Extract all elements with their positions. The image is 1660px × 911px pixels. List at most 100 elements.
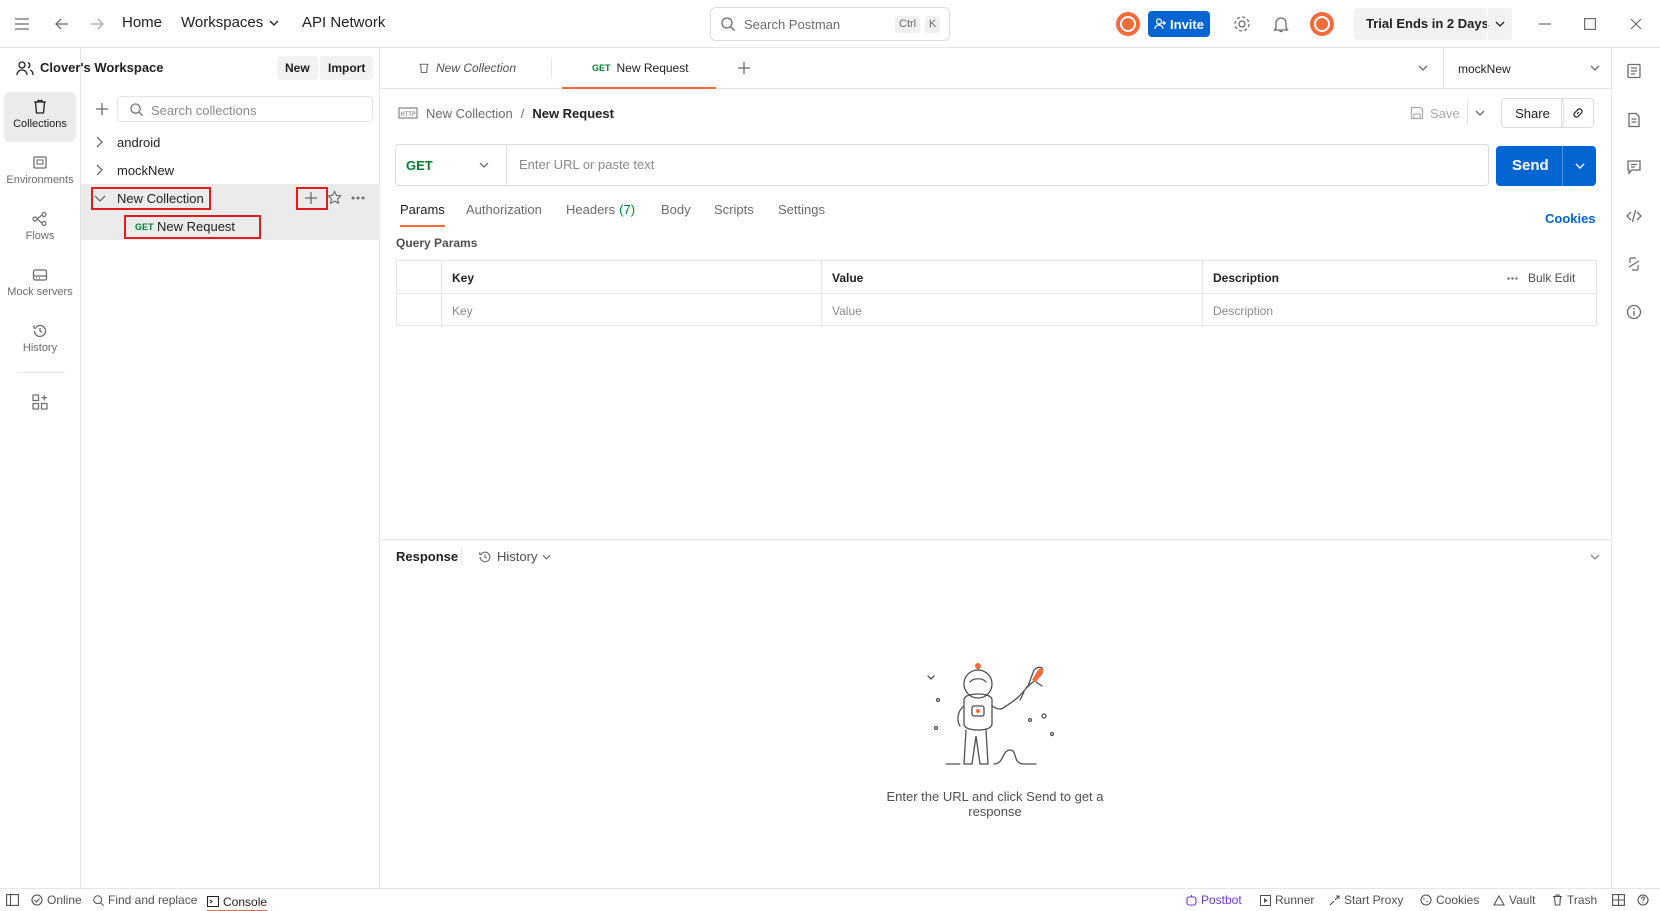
method-select[interactable]: GET xyxy=(396,145,507,185)
breadcrumb-collection[interactable]: New Collection xyxy=(426,106,513,121)
chevron-down-icon[interactable] xyxy=(1475,110,1485,116)
forward-arrow-icon[interactable] xyxy=(85,12,109,36)
tab-new-collection[interactable]: New Collection xyxy=(380,58,552,78)
find-replace-button[interactable]: Find and replace xyxy=(93,893,197,907)
value-input[interactable]: Value xyxy=(821,294,1202,327)
start-proxy-button[interactable]: Start Proxy xyxy=(1329,893,1403,907)
left-rail: Collections Environments Flows Mock serv… xyxy=(0,48,81,888)
rail-mock-servers-label: Mock servers xyxy=(7,286,73,298)
tab-settings[interactable]: Settings xyxy=(778,202,825,227)
key-input[interactable]: Key xyxy=(441,294,821,327)
console-button[interactable]: Console xyxy=(207,893,268,911)
chevron-down-icon[interactable] xyxy=(1495,21,1505,27)
help-icon[interactable] xyxy=(1637,894,1649,906)
start-proxy-label: Start Proxy xyxy=(1344,893,1404,907)
check-circle-icon xyxy=(31,894,43,906)
chevron-down-icon[interactable] xyxy=(1575,163,1585,169)
save-button[interactable]: Save xyxy=(1410,100,1460,126)
tab-new-request[interactable]: GET New Request xyxy=(562,48,716,89)
back-arrow-icon[interactable] xyxy=(50,12,74,36)
runner-button[interactable]: Runner xyxy=(1260,893,1314,907)
add-workbench-icon[interactable] xyxy=(32,394,48,410)
column-value: Value xyxy=(821,261,1202,294)
url-input[interactable]: Enter URL or paste text xyxy=(519,157,654,172)
table-row: Key Value Description xyxy=(397,294,1596,327)
more-options-icon[interactable] xyxy=(351,196,365,200)
tab-headers[interactable]: Headers (7) xyxy=(566,202,635,227)
team-avatar-icon[interactable] xyxy=(1116,12,1140,36)
chevron-right-icon[interactable] xyxy=(95,164,103,176)
tab-scripts[interactable]: Scripts xyxy=(714,202,754,227)
proxy-icon xyxy=(1329,894,1340,905)
postbot-button[interactable]: Postbot xyxy=(1186,893,1242,907)
collapse-chevron-icon[interactable] xyxy=(1590,554,1600,560)
collection-android[interactable]: android xyxy=(81,128,380,156)
search-postman[interactable]: Search Postman Ctrl K xyxy=(710,7,950,41)
invite-button[interactable]: Invite xyxy=(1148,11,1210,37)
history-clock-icon xyxy=(479,551,491,562)
cookies-button[interactable]: Cookies xyxy=(1420,893,1479,907)
documentation-icon[interactable] xyxy=(1626,63,1642,79)
rail-history-label: History xyxy=(22,342,58,354)
workspace-users-icon xyxy=(16,61,34,76)
minimize-icon[interactable] xyxy=(1533,12,1557,36)
send-button[interactable]: Send xyxy=(1496,146,1596,186)
cookies-link[interactable]: Cookies xyxy=(1545,211,1596,226)
close-icon[interactable] xyxy=(1624,12,1648,36)
related-collections-icon[interactable] xyxy=(1626,256,1642,272)
chevron-down-icon[interactable] xyxy=(1418,65,1428,71)
online-status[interactable]: Online xyxy=(31,893,82,907)
home-link[interactable]: Home xyxy=(122,14,162,31)
copy-link-button[interactable] xyxy=(1561,98,1594,128)
tab-authorization[interactable]: Authorization xyxy=(466,202,542,227)
trash-label: Trash xyxy=(1567,893,1598,907)
settings-gear-icon[interactable] xyxy=(1230,12,1254,36)
code-icon[interactable] xyxy=(1626,208,1642,224)
trial-button[interactable]: Trial Ends in 2 Days xyxy=(1354,8,1512,40)
collection-mocknew[interactable]: mockNew xyxy=(81,156,380,184)
menu-icon[interactable] xyxy=(10,12,34,36)
tab-bar: New Collection GET New Request mockNew xyxy=(380,48,1612,89)
vault-button[interactable]: Vault xyxy=(1493,893,1535,907)
workspaces-menu[interactable]: Workspaces xyxy=(181,14,279,31)
search-collections-input[interactable]: Search collections xyxy=(117,96,373,122)
response-history-dropdown[interactable]: History xyxy=(478,549,551,564)
bulk-edit-button[interactable]: Bulk Edit xyxy=(1507,271,1575,285)
rail-flows-label: Flows xyxy=(25,230,55,242)
notification-bell-icon[interactable] xyxy=(1269,12,1293,36)
response-divider xyxy=(380,539,1611,540)
tab-body[interactable]: Body xyxy=(661,202,691,227)
query-params-title: Query Params xyxy=(396,236,478,250)
tab-params[interactable]: Params xyxy=(400,202,445,227)
response-separator xyxy=(461,548,462,566)
method-value: GET xyxy=(406,158,433,173)
save-divider xyxy=(1467,100,1468,126)
add-collection-icon[interactable] xyxy=(95,102,109,116)
user-avatar-icon[interactable] xyxy=(1310,12,1334,36)
environment-selector[interactable]: mockNew xyxy=(1443,48,1612,89)
info-icon[interactable] xyxy=(1626,304,1642,320)
row-checkbox[interactable] xyxy=(397,294,441,327)
trash-icon xyxy=(1553,894,1562,906)
annotation-box-request xyxy=(124,215,261,239)
rail-mock-servers[interactable]: Mock servers xyxy=(4,260,76,310)
rail-collections[interactable]: Collections xyxy=(4,92,76,142)
rail-flows[interactable]: Flows xyxy=(4,204,76,254)
comments-icon[interactable] xyxy=(1626,159,1642,175)
trash-button[interactable]: Trash xyxy=(1552,893,1597,907)
info-document-icon[interactable] xyxy=(1626,112,1642,128)
share-button[interactable]: Share xyxy=(1501,98,1564,128)
chevron-right-icon[interactable] xyxy=(95,136,103,148)
rail-environments[interactable]: Environments xyxy=(4,148,76,198)
rail-history[interactable]: History xyxy=(4,316,76,366)
svg-text:HTTP: HTTP xyxy=(401,111,416,118)
maximize-icon[interactable] xyxy=(1578,12,1602,36)
toggle-sidebar-icon[interactable] xyxy=(6,894,19,906)
add-tab-icon[interactable] xyxy=(737,61,751,75)
layout-toggle-icon[interactable] xyxy=(1612,894,1625,906)
api-network-link[interactable]: API Network xyxy=(302,14,385,31)
import-button[interactable]: Import xyxy=(320,56,374,80)
new-button[interactable]: New xyxy=(277,56,318,80)
star-icon[interactable] xyxy=(327,190,342,205)
description-input[interactable]: Description xyxy=(1202,294,1596,327)
